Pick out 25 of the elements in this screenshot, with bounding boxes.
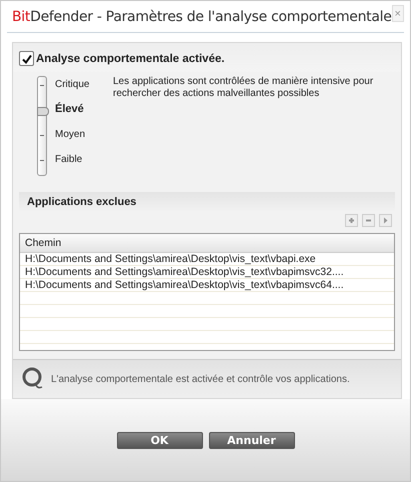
table-cell-text: H:\Documents and Settings\amirea\Desktop\vis_text\vbapi.exe: [24, 253, 317, 265]
minus-icon: [366, 220, 371, 222]
enable-checkbox[interactable]: [19, 51, 34, 66]
close-button[interactable]: ×: [392, 5, 404, 22]
remove-button[interactable]: [362, 214, 375, 227]
table-cell-text: H:\Documents and Settings\amirea\Desktop\vis_text\vbapimsvc32....: [24, 266, 345, 278]
level-description: Les applications sont contrôlées de manière intensive pour rechercher des actions malveillantes possibles: [113, 76, 374, 101]
dialog-button[interactable]: OK: [116, 432, 202, 448]
level-label: Élevé: [55, 101, 85, 117]
status-text: L'analyse comportementale est activée et contrôle vos applications.: [51, 374, 350, 384]
play-button[interactable]: [379, 214, 392, 227]
column-header[interactable]: Chemin: [20, 234, 394, 252]
level-label: Faible: [55, 153, 84, 167]
window-title: BitDefender - Paramètres de l'analyse comportementale: [11, 8, 392, 24]
plus-icon: [348, 217, 355, 224]
level-label: Critique: [55, 78, 90, 92]
slider-thumb[interactable]: [37, 107, 49, 116]
dialog-button[interactable]: Annuler: [208, 432, 294, 448]
level-label: Moyen: [55, 128, 86, 142]
add-button[interactable]: [345, 214, 358, 227]
level-slider[interactable]: [37, 76, 47, 176]
table-cell-text: H:\Documents and Settings\amirea\Desktop\vis_text\vbapimsvc64....: [24, 279, 345, 291]
play-icon: [384, 218, 388, 224]
section-title: Applications exclues: [27, 196, 138, 208]
enable-label: Analyse comportementale activée.: [36, 52, 225, 64]
